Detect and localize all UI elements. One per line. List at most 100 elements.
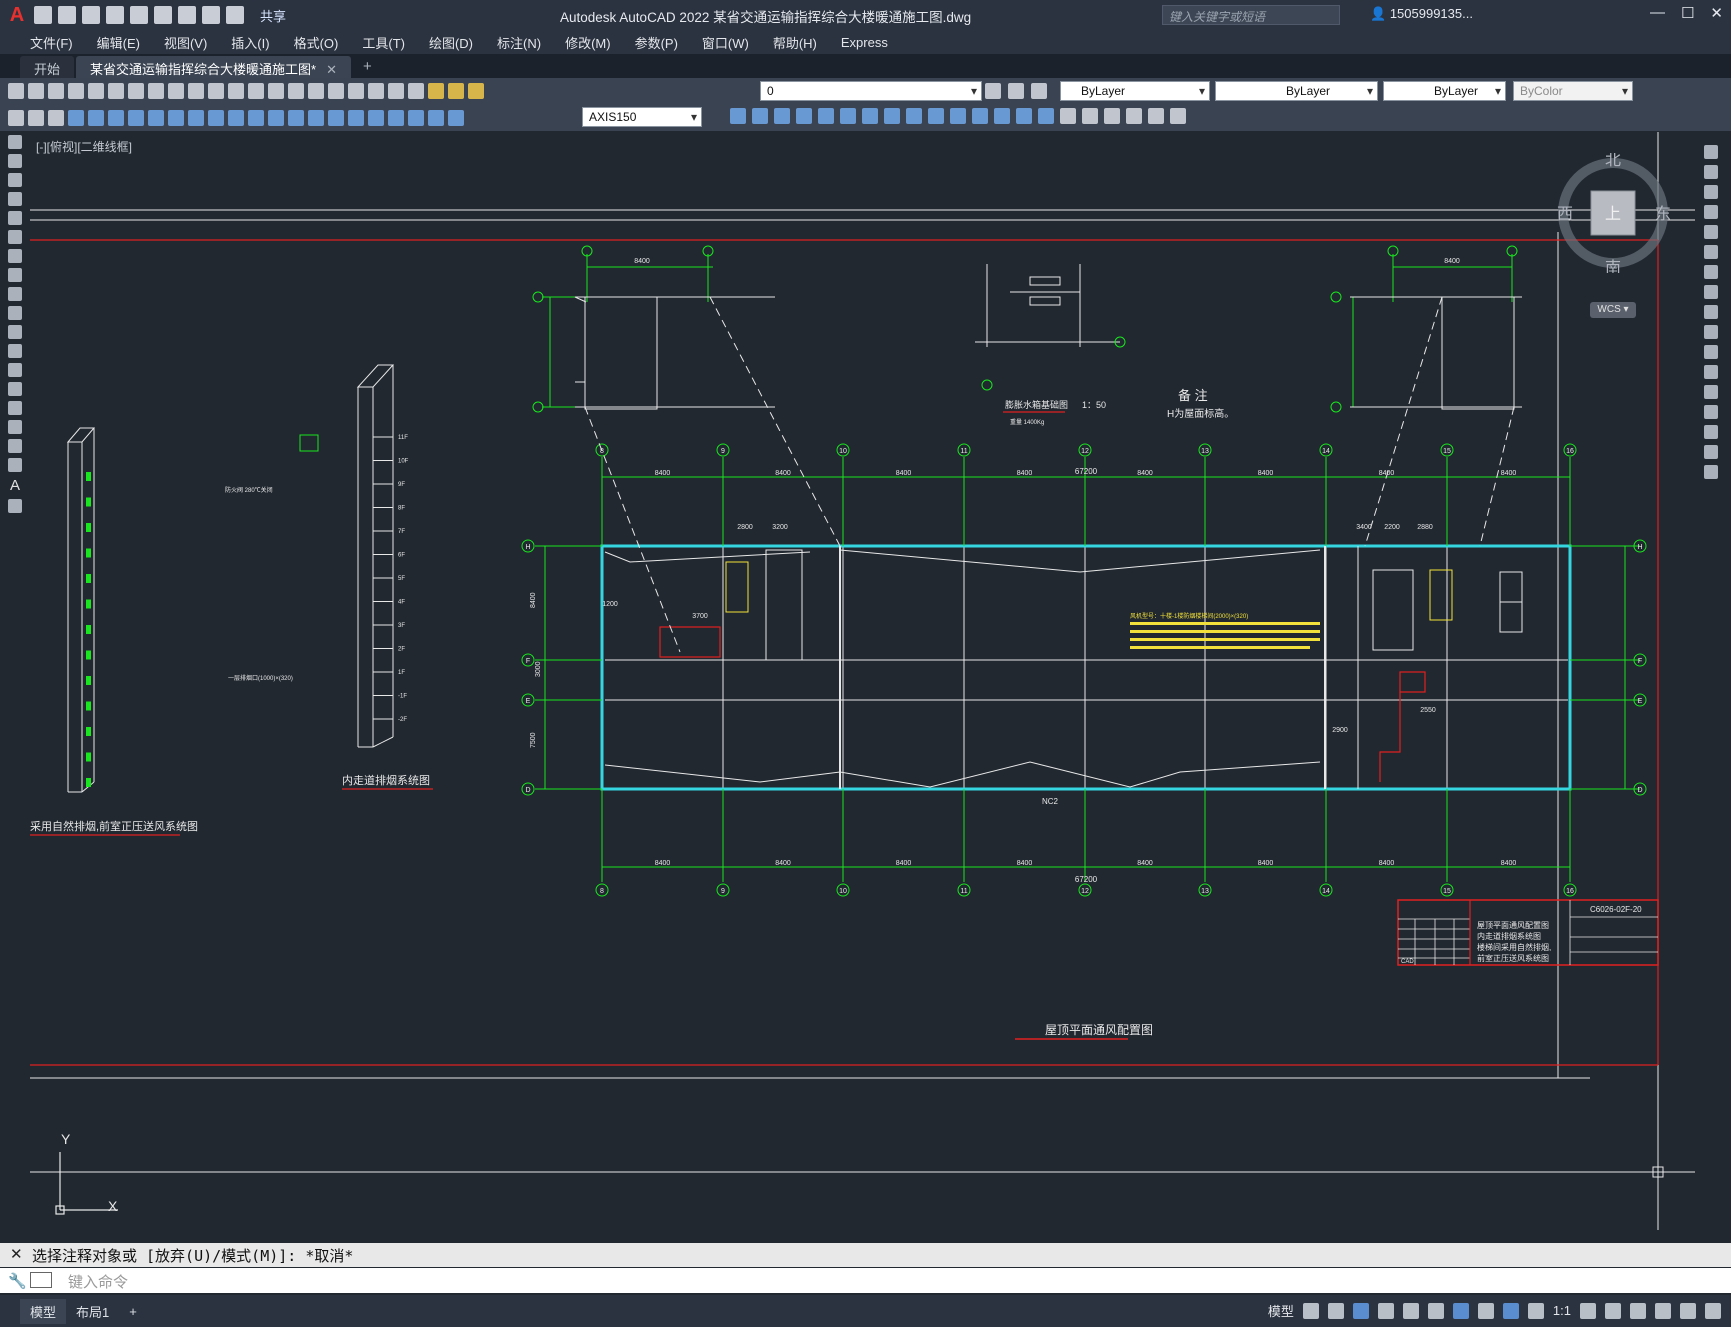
table-tool-icon[interactable] — [8, 458, 22, 472]
point-icon[interactable] — [8, 382, 22, 396]
open-icon[interactable] — [28, 83, 44, 99]
menu-file[interactable]: 文件(F) — [18, 33, 85, 52]
diameter-icon[interactable] — [188, 109, 204, 126]
cut-icon[interactable] — [128, 83, 144, 99]
mtext-icon[interactable]: A — [10, 477, 20, 494]
auto-scale-icon[interactable] — [1527, 1302, 1544, 1319]
menu-help[interactable]: 帮助(H) — [761, 33, 829, 52]
search-input[interactable]: 键入关键字或短语 — [1162, 5, 1340, 25]
array-tool-icon[interactable] — [1704, 225, 1718, 239]
object-snap-tracking-icon[interactable] — [1427, 1302, 1444, 1319]
menu-edit[interactable]: 编辑(E) — [85, 33, 152, 52]
layer-lock-icon[interactable] — [468, 83, 484, 99]
lineweight-select[interactable]: ByLayer — [1383, 81, 1506, 101]
offset-tool-icon[interactable] — [1704, 205, 1718, 219]
text-icon[interactable] — [1082, 108, 1098, 124]
ellipse-arc-icon[interactable] — [8, 325, 22, 339]
break-icon[interactable] — [308, 109, 324, 126]
polygon-icon[interactable] — [8, 192, 22, 206]
menu-dimension[interactable]: 标注(N) — [485, 33, 553, 52]
grid-icon[interactable] — [1302, 1302, 1319, 1319]
explode-tool-icon[interactable] — [1704, 465, 1718, 479]
paste-icon[interactable] — [168, 83, 184, 99]
continue-icon[interactable] — [268, 109, 284, 126]
open-icon[interactable] — [58, 6, 76, 24]
spline-icon[interactable] — [8, 287, 22, 301]
cloud-icon[interactable] — [1170, 108, 1186, 124]
menu-express[interactable]: Express — [829, 35, 900, 50]
mirror-tool-icon[interactable] — [1704, 185, 1718, 199]
save-icon[interactable] — [48, 83, 64, 99]
rectangle-icon[interactable] — [8, 211, 22, 225]
command-icon[interactable] — [30, 1272, 52, 1288]
snap-icon[interactable] — [1327, 1302, 1344, 1319]
extend-icon[interactable] — [928, 108, 944, 124]
offset-icon[interactable] — [774, 108, 790, 124]
linear-dim-icon[interactable] — [68, 109, 84, 126]
new-tab-icon[interactable]: + — [353, 55, 382, 78]
stretch-icon[interactable] — [884, 108, 900, 124]
angular-icon[interactable] — [208, 109, 224, 126]
hatch-icon[interactable] — [1104, 108, 1120, 124]
properties-icon[interactable] — [308, 83, 324, 99]
insert-icon[interactable] — [28, 109, 44, 126]
dimstyle-select[interactable]: AXIS150 — [582, 107, 702, 127]
copy-tool-icon[interactable] — [1704, 165, 1718, 179]
array-icon[interactable] — [796, 108, 812, 124]
layer-previous-icon[interactable] — [985, 83, 1001, 99]
region-icon[interactable] — [1148, 108, 1164, 124]
attdef-icon[interactable] — [48, 109, 64, 126]
redo-icon[interactable] — [228, 83, 244, 99]
drawing-canvas[interactable]: 风机型号：十楼-1楼防烟楼梯间(2000)×(320) 8 8 8400 8400 9 9… — [30, 132, 1695, 1230]
preview-icon[interactable] — [88, 83, 104, 99]
gradient-icon[interactable] — [8, 420, 22, 434]
pan-icon[interactable] — [248, 83, 264, 99]
layer-on-icon[interactable] — [428, 83, 444, 99]
command-input[interactable]: 键入命令 — [68, 1274, 128, 1291]
publish-icon[interactable] — [108, 83, 124, 99]
zoom-icon[interactable] — [268, 83, 284, 99]
join-tool-icon[interactable] — [1704, 385, 1718, 399]
fillet-icon[interactable] — [1016, 108, 1032, 124]
viewcube[interactable]: 上 北 南 西 东 — [1553, 153, 1673, 273]
break-tool-icon[interactable] — [1704, 365, 1718, 379]
object-snap-icon[interactable] — [1452, 1302, 1469, 1319]
draworder-icon[interactable] — [1060, 108, 1076, 124]
inspect-icon[interactable] — [368, 109, 384, 126]
revcloud-icon[interactable] — [8, 268, 22, 282]
tab-layout1[interactable]: 布局1 — [66, 1299, 119, 1324]
undo-icon[interactable] — [202, 6, 220, 24]
explode-icon[interactable] — [1038, 108, 1054, 124]
space-icon[interactable] — [288, 109, 304, 126]
make-block-icon[interactable] — [8, 363, 22, 377]
blend-icon[interactable] — [1704, 445, 1718, 459]
wrench-icon[interactable]: 🔧 — [8, 1272, 27, 1290]
jogged-icon[interactable] — [168, 109, 184, 126]
annotation-visibility-icon[interactable] — [1502, 1302, 1519, 1319]
tolerance-icon[interactable] — [328, 109, 344, 126]
menu-view[interactable]: 视图(V) — [152, 33, 219, 52]
move-icon[interactable] — [818, 108, 834, 124]
dimtedit-icon[interactable] — [428, 109, 444, 126]
add-layout-icon[interactable]: + — [119, 1301, 147, 1322]
match-properties-icon[interactable] — [188, 83, 204, 99]
plus-icon[interactable] — [1605, 1302, 1621, 1319]
color-select[interactable]: ByLayer — [1060, 81, 1210, 101]
aligned-dim-icon[interactable] — [88, 109, 104, 126]
customize-icon[interactable] — [1705, 1302, 1721, 1319]
menu-format[interactable]: 格式(O) — [282, 33, 351, 52]
maximize-icon[interactable]: ☐ — [1681, 4, 1694, 22]
rotate-tool-icon[interactable] — [1704, 265, 1718, 279]
dimedit-icon[interactable] — [408, 109, 424, 126]
menu-draw[interactable]: 绘图(D) — [417, 33, 485, 52]
close-icon[interactable]: ✕ — [1710, 4, 1723, 22]
annotation-scale[interactable]: 1:1 — [1553, 1303, 1571, 1318]
center-mark-icon[interactable] — [348, 109, 364, 126]
update-icon[interactable] — [448, 109, 464, 126]
stretch-tool-icon[interactable] — [1704, 305, 1718, 319]
baseline-icon[interactable] — [248, 109, 264, 126]
settings-icon[interactable] — [1580, 1302, 1596, 1319]
compass-west[interactable]: 西 — [1557, 206, 1573, 223]
ordinate-icon[interactable] — [128, 109, 144, 126]
layer-freeze-icon[interactable] — [448, 83, 464, 99]
